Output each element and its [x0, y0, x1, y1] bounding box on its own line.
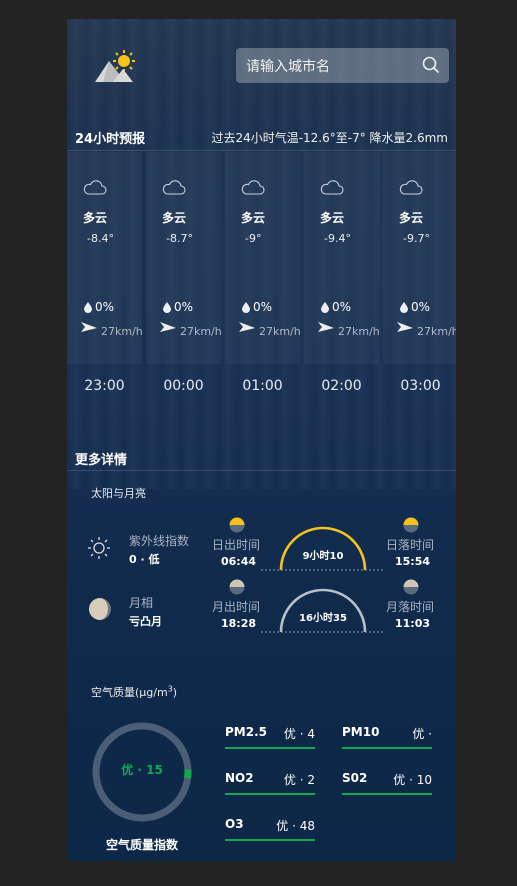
- sun-uv-icon: [88, 537, 110, 559]
- hour-time: 01:00: [242, 378, 283, 394]
- sunset-label: 日落时间: [386, 538, 435, 552]
- hour-wind: 27km/h: [180, 325, 222, 338]
- aqi-item-value: 优 · 48: [276, 819, 315, 833]
- wind-direction-icon: [160, 322, 176, 332]
- aqi-item-name: PM10: [342, 725, 380, 739]
- aqi-item-value: 优 ·: [412, 727, 432, 741]
- forecast-title: 24小时预报: [75, 132, 146, 147]
- hour-time: 02:00: [321, 378, 362, 394]
- moonrise-icon: [229, 579, 245, 595]
- moon-phase-icon: [89, 598, 111, 620]
- hour-precip: 0%: [411, 300, 431, 314]
- aqi-item-o3: O3 优 · 48: [225, 817, 315, 841]
- hour-condition: 多云: [399, 211, 424, 225]
- sunrise-icon: [229, 517, 245, 533]
- city-search-input[interactable]: [244, 48, 418, 85]
- raindrop-icon: [84, 302, 92, 313]
- moonset-icon: [403, 579, 419, 595]
- moonset-label: 月落时间: [386, 600, 435, 614]
- hour-card[interactable]: 多云 -8.7° 0% 27km/h 00:00: [146, 152, 222, 394]
- hour-precip: 0%: [95, 300, 115, 314]
- sunrise-time: 06:44: [221, 555, 257, 568]
- sun-duration: 9小时10: [302, 551, 344, 562]
- hour-card[interactable]: 多云 -9.4° 0% 27km/h 02:00: [304, 152, 380, 394]
- moon-duration: 16小时35: [299, 613, 347, 624]
- sunset-time: 15:54: [395, 555, 431, 568]
- hour-precip: 0%: [253, 300, 273, 314]
- aqi-item-value: 优 · 4: [283, 727, 315, 741]
- moon-value: 亏凸月: [129, 615, 162, 628]
- hour-card[interactable]: 多云 -9° 0% 27km/h 01:00: [225, 152, 301, 394]
- moonset-time: 11:03: [395, 617, 431, 630]
- wind-direction-icon: [318, 322, 334, 332]
- aqi-item-no2: NO2 优 · 2: [225, 771, 315, 795]
- aqi-item-name: S02: [342, 771, 368, 785]
- weather-app: 24小时预报 过去24小时气温-12.6°至-7° 降水量2.6mm 多云 -8…: [67, 19, 456, 861]
- wind-direction-icon: [81, 322, 97, 332]
- hour-temp: -9°: [245, 232, 262, 245]
- raindrop-icon: [242, 302, 250, 313]
- hour-temp: -8.4°: [87, 232, 114, 245]
- moon-label: 月相: [129, 596, 154, 610]
- cloudy-icon: [162, 180, 186, 195]
- air-quality-title-text: 空气质量(μg/m: [91, 686, 168, 699]
- sunset-icon: [403, 517, 419, 533]
- hour-card[interactable]: 多云 -9.7° 0% 27km/h 03:00: [383, 152, 456, 394]
- hour-temp: -9.4°: [324, 232, 351, 245]
- hour-precip: 0%: [174, 300, 194, 314]
- weather-logo-icon: [95, 50, 135, 82]
- details-title: 更多详情: [75, 453, 128, 468]
- cloudy-icon: [241, 180, 265, 195]
- aqi-item-pm25: PM2.5 优 · 4: [225, 725, 315, 749]
- air-quality-title: 空气质量(μg/m3): [91, 684, 177, 700]
- details-divider: [67, 470, 456, 471]
- hour-temp: -9.7°: [403, 232, 430, 245]
- aqi-item-name: PM2.5: [225, 725, 267, 739]
- search-icon[interactable]: [422, 56, 440, 74]
- forecast-divider: [67, 150, 456, 151]
- cloudy-icon: [399, 180, 423, 195]
- hour-temp: -8.7°: [166, 232, 193, 245]
- sunrise-label: 日出时间: [212, 538, 261, 552]
- raindrop-icon: [321, 302, 329, 313]
- wind-direction-icon: [397, 322, 413, 332]
- aqi-item-pm10: PM10 优 ·: [342, 725, 432, 749]
- moonrise-label: 月出时间: [212, 600, 261, 614]
- sun-moon-title: 太阳与月亮: [91, 487, 146, 500]
- hour-time: 23:00: [84, 378, 125, 394]
- cloudy-icon: [83, 180, 107, 195]
- aqi-item-value: 优 · 10: [393, 773, 432, 787]
- hour-time: 03:00: [400, 378, 441, 394]
- hour-wind: 27km/h: [417, 325, 456, 338]
- hour-wind: 27km/h: [338, 325, 380, 338]
- wind-direction-icon: [239, 322, 255, 332]
- hourly-forecast-list: 多云 -8.4° 0% 27km/h 23:00 多云 -8.7° 0% 27k…: [67, 152, 456, 394]
- hour-precip: 0%: [332, 300, 352, 314]
- aqi-item-so2: S02 优 · 10: [342, 771, 432, 795]
- hour-condition: 多云: [320, 211, 345, 225]
- cloudy-icon: [320, 180, 344, 195]
- hour-card[interactable]: 多云 -8.4° 0% 27km/h 23:00: [67, 152, 143, 394]
- aqi-item-value: 优 · 2: [283, 773, 315, 787]
- raindrop-icon: [163, 302, 171, 313]
- aqi-value: 优 · 15: [121, 763, 163, 777]
- hour-condition: 多云: [241, 211, 266, 225]
- aqi-item-name: NO2: [225, 771, 254, 785]
- forecast-summary: 过去24小时气温-12.6°至-7° 降水量2.6mm: [211, 131, 448, 145]
- hour-condition: 多云: [83, 211, 108, 225]
- hour-condition: 多云: [162, 211, 187, 225]
- air-quality-title-end: ): [172, 686, 178, 699]
- city-search-box: [236, 48, 449, 85]
- raindrop-icon: [400, 302, 408, 313]
- uv-label: 紫外线指数: [129, 534, 190, 548]
- hour-wind: 27km/h: [101, 325, 143, 338]
- uv-value: 0 · 低: [129, 553, 160, 566]
- aqi-label: 空气质量指数: [105, 838, 178, 852]
- hour-time: 00:00: [163, 378, 204, 394]
- aqi-item-name: O3: [225, 817, 244, 831]
- moonrise-time: 18:28: [221, 617, 257, 630]
- hour-wind: 27km/h: [259, 325, 301, 338]
